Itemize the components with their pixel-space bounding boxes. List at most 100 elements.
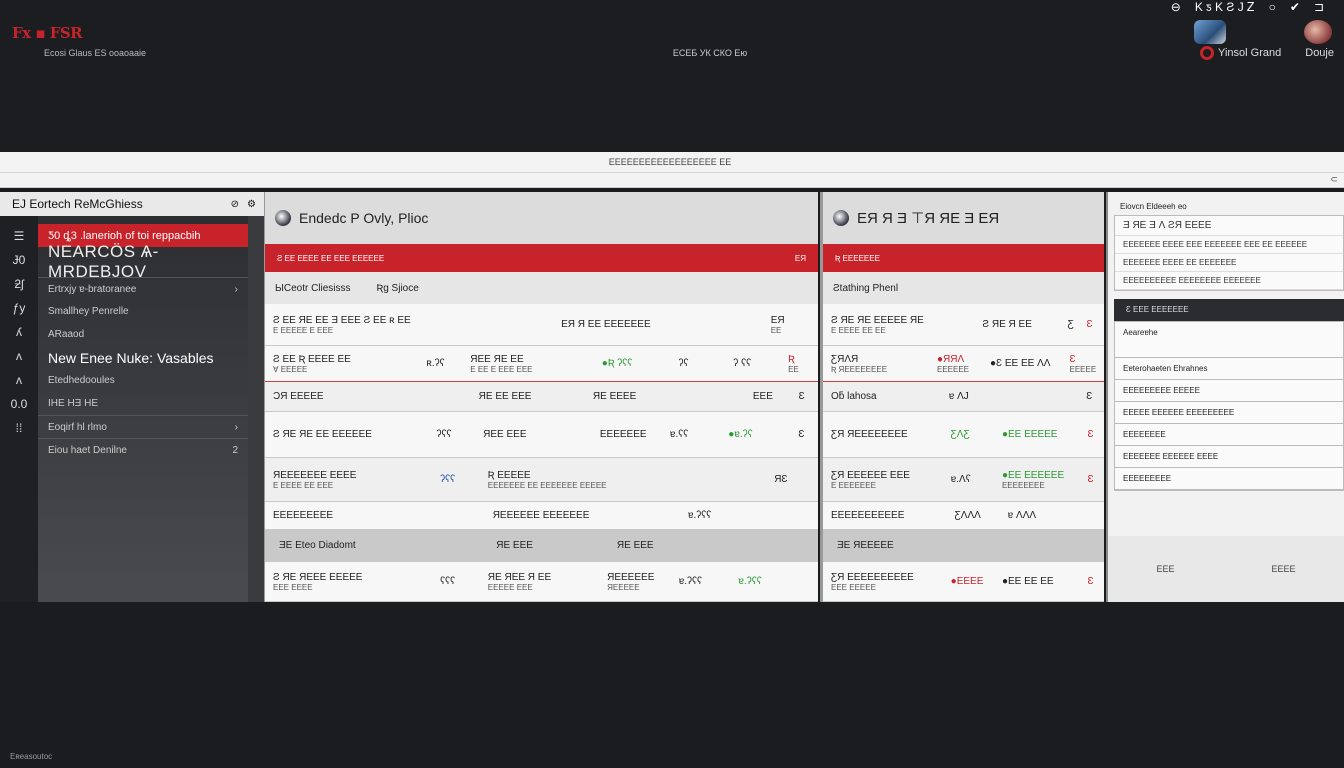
cell-sub: ЕЕЕЕЕЕЕ ЕЕ ЕЕЕЕЕЕЕ ЕЕЕЕЕ <box>487 480 607 490</box>
details-title: Eiovcn Eldeeeh eo <box>1120 202 1187 211</box>
cell-value: ɐ.ʔʕʕ <box>738 576 762 587</box>
cell-text: ЯƐ <box>774 474 788 485</box>
sidebar-item-heading[interactable]: NEARCÖS Ѧ-MRDEBJOV <box>38 242 248 281</box>
table-row[interactable]: ЕЕЕЕЕЕЕЕЕЕЕ ƸɅɅɅ ɐ ɅɅɅ <box>823 502 1104 530</box>
scrollbar[interactable] <box>248 216 264 602</box>
circle-icon[interactable]: ○ <box>1269 0 1276 15</box>
details-line[interactable]: ЕЕЕЕЕЕЕЕЕЕ ЕЕЕЕЕЕЕЕ ЕЕЕЕЕЕЕ <box>1115 272 1343 290</box>
sidebar-item-label: New Enee Nuke: Vasables <box>48 349 214 366</box>
footer-text[interactable]: ЕЕЕЕ <box>1271 564 1295 574</box>
cell-text: ЕЯ <box>770 314 785 326</box>
tab-clients[interactable]: ЫCeotr Cliesisss <box>275 283 351 294</box>
table-row[interactable]: Ƨ ЯЕ ЯЕЕЕ ЕЕЕЕЕ ЕЕЕ ЕЕЕЕ ʕʕʕ ЯЕ ЯЕЕ Я ЕЕ Е… <box>265 562 818 602</box>
section-col: ЯЕ ЕЕЕ <box>496 540 533 551</box>
minus-circle-icon[interactable]: ⊖ <box>1171 0 1181 15</box>
list-item[interactable]: ЕЕЕЕЕЕЕЕЕ ЕЕЕЕЕ <box>1115 380 1343 402</box>
panel-icon[interactable]: ⊐ <box>1314 0 1324 15</box>
check-icon[interactable]: ✔ <box>1290 0 1300 15</box>
table-row[interactable]: ƸЯɅЯ Ʀ ЯЕЕЕЕЕЕЕЕ ●ЯЯɅ ЕЕЕЕЕЕ ●Ɛ ЕЕ ЕЕ ɅɅ Ɛ… <box>823 346 1104 382</box>
panel-title: Endedc P Ovly, Plioc <box>299 210 429 226</box>
cell-text: ʔʕ <box>678 358 689 369</box>
expand-icon[interactable]: ⊂ <box>1330 174 1338 185</box>
details-list: Aeareɐhe Eɐterohaeten Ehrahnes ЕЕЕЕЕЕЕЕЕ… <box>1114 321 1344 491</box>
rail-icon-1[interactable]: Ɉ0 <box>0 248 38 272</box>
list-item[interactable]: ЕЕЕЕЕ ЕЕЕЕЕЕ ЕЕЕЕЕЕЕЕЕ <box>1115 402 1343 424</box>
avatar[interactable] <box>1304 20 1332 44</box>
cell-value: ●ЕЕЕЕ <box>950 576 984 587</box>
cell-value: ƸɅƸ <box>950 429 970 440</box>
list-item[interactable]: Aeareɐhe <box>1115 322 1343 358</box>
cell-text: Ʀ <box>788 353 795 365</box>
user-avatars <box>1194 20 1332 44</box>
sidebar-item[interactable]: Smallhey Penrelle <box>38 300 248 323</box>
cell-text: Ƹ <box>1067 319 1074 330</box>
table-row[interactable]: Ƨ ЯЕ ЯЕ ЕЕЕЕЕ ЯЕ Е ЕЕЕЕ ЕЕ ЕЕ Ƨ ЯЕ Я ЕЕ Ƹ… <box>823 304 1104 346</box>
list-item[interactable]: ЕЕЕЕЕЕЕЕ <box>1115 424 1343 446</box>
table-row[interactable]: Ƨ ЯЕ ЯЕ ЕЕ ЕЕЕЕЕЕ ʔʕʕ ЯЕЕ ЕЕЕ ЕЕЕЕЕЕЕ ɐ.… <box>265 412 818 458</box>
table-row[interactable]: Ƨ ЕЕ ЯЕ ЕЕ Ǝ ЕЕЕ Ƨ ЕЕ ʀ ЕЕ Е ЕЕЕЕЕ Е ЕЕЕ … <box>265 304 818 346</box>
section-title: ƎЕ Eteo Diadomt <box>279 540 356 551</box>
toolbar-glyphs[interactable]: K ƽ K Ƨ J Ꮓ <box>1195 0 1255 15</box>
sidebar-item[interactable]: ARaaod <box>38 323 248 346</box>
cell-value: ●Ʀ ʔʕʕ <box>601 358 633 369</box>
list-item[interactable]: ЕЕЕЕЕЕЕЕЕ <box>1115 468 1343 490</box>
details-box: Ǝ ЯЕ Ǝ Ʌ ƧЯ ЕЕЕЕ ЕЕЕЕЕЕЕ ЕЕЕЕ ЕЕЕ ЕЕЕЕЕЕ… <box>1114 215 1344 291</box>
table-row[interactable]: ƆЯ ЕЕЕЕЕ ЯЕ ЕЕ ЕЕЕ ЯЕ ЕЕЕЕ ЕЕЕ Ɛ <box>265 382 818 412</box>
sidebar-item-label: IHE HƎ HE <box>48 398 99 409</box>
circle-icon[interactable]: ⊘ <box>231 199 239 210</box>
details-footer: ЕЕЕ ЕЕЕЕ <box>1108 536 1344 602</box>
cell-sub: ЕЕЕЕЕ <box>1069 364 1097 374</box>
table-row[interactable]: ƸЯ ЕЕЕЕЕЕ ЕЕЕ Е ЕЕЕЕЕЕЕ ɐ.Ʌʕ ●ЕЕ ЕЕЕЕЕЕ ЕЕ… <box>823 458 1104 502</box>
table-row[interactable]: Ƨ ЕЕ Ʀ ЕЕЕЕ ЕЕ Ɐ ЕЕЕЕЕ ʀ.ʔʕ ЯЕЕ ЯЕ ЕЕ Е ЕЕ… <box>265 346 818 382</box>
cell-sub: Е ЕЕЕЕЕ Е ЕЕЕ <box>273 325 334 335</box>
table-row[interactable]: Oƃ lahosa ɐ ɅJ Ɛ <box>823 382 1104 412</box>
sidebar-item-new-variables[interactable]: New Enee Nuke: Vasables <box>38 346 248 369</box>
user-label[interactable]: Douje <box>1305 47 1334 59</box>
cell-sub: Ʀ ЯЕЕЕЕЕЕЕЕ <box>831 364 888 374</box>
table-row[interactable]: ЕЕЕЕЕЕЕЕЕ ЯЕЕЕЕЕЕ ЕЕЕЕЕЕЕ ɐ.ʔʕʕ <box>265 502 818 530</box>
cell-text: ɐ ɅJ <box>948 391 969 402</box>
details-line[interactable]: ЕЕЕЕЕЕЕ ЕЕЕЕ ЕЕЕ ЕЕЕЕЕЕЕ ЕЕЕ ЕЕ ЕЕЕЕЕЕ <box>1115 236 1343 254</box>
user-status[interactable]: Yinsol Grand <box>1200 46 1281 60</box>
rail-icon-7[interactable]: 0.0 <box>0 392 38 416</box>
panel-redbar: Ʀ ЕЕЕЕЕЕЕ <box>823 244 1104 272</box>
sidebar-item[interactable]: Eoqirf hl rlmo › <box>38 415 248 438</box>
details-line[interactable]: ЕЕЕЕЕЕЕ ЕЕЕЕ ЕЕ ЕЕЕЕЕЕЕ <box>1115 254 1343 272</box>
sidebar-item-label: Ertrxjy ɐ-bratoranee <box>48 283 137 295</box>
tab-panel[interactable]: Ƨtathing Phenl <box>833 283 898 294</box>
app-logo: Fx ▪ FSR <box>12 24 83 42</box>
cell-text: ƸЯ ЕЕЕЕЕЕ ЕЕЕ <box>831 469 910 481</box>
rail-icon-5[interactable]: ʌ <box>0 344 38 368</box>
cell-value: ɐ.Ʌʕ <box>950 474 971 485</box>
cell-text: Ɛ <box>798 429 805 440</box>
table-row[interactable]: ƸЯ ЯЕЕЕЕЕЕЕЕ ƸɅƸ ●ЕЕ ЕЕЕЕЕ Ɛ <box>823 412 1104 458</box>
rail-icon-4[interactable]: ʎ <box>0 320 38 344</box>
rail-icon-8[interactable]: ⁞⁞ <box>0 416 38 440</box>
menu-icon[interactable]: ☰ <box>0 224 38 248</box>
cell-sub: Е ЕЕЕЕ ЕЕ ЕЕ <box>831 325 886 335</box>
table-row[interactable]: ƸЯ ЕЕЕЕЕЕЕЕЕЕ ЕЕЕ ЕЕЕЕЕ ●ЕЕЕЕ ●ЕЕ ЕЕ ЕЕ Ɛ <box>823 562 1104 602</box>
cell-sub: Е ЕЕЕЕ ЕЕ ЕЕЕ <box>273 480 334 490</box>
cell-text: ƸЯɅЯ <box>831 353 859 365</box>
rail-icon-3[interactable]: ƒy <box>0 296 38 320</box>
cell-text: Ɛ <box>1086 319 1093 330</box>
sidebar-item-label: Ƽ0 ȡ3 .lanerioh of toi reppacbih <box>48 229 201 242</box>
footer-text[interactable]: ЕЕЕ <box>1156 564 1174 574</box>
table-row[interactable]: ЯЕЕЕЕЕЕЕ ЕЕЕЕ Е ЕЕЕЕ ЕЕ ЕЕЕ ʔʕʕ Ʀ ЕЕЕЕЕ ЕЕ… <box>265 458 818 502</box>
avatar[interactable] <box>1194 20 1226 44</box>
list-item[interactable]: Eɐterohaeten Ehrahnes <box>1115 358 1343 380</box>
details-line: Ǝ ЯЕ Ǝ Ʌ ƧЯ ЕЕЕЕ <box>1115 216 1343 236</box>
rail-icon-2[interactable]: ƻʃ <box>0 272 38 296</box>
gear-icon[interactable]: ⚙ <box>247 199 256 210</box>
sidebar-item[interactable]: IHE HƎ HE <box>38 392 248 415</box>
cell-value: ●ЯЯɅ <box>937 353 965 365</box>
sidebar-item[interactable]: Etedhedooules <box>38 369 248 392</box>
redbar-action[interactable]: ЕЯ <box>795 254 806 263</box>
tab-sjioce[interactable]: Ʀg Sjioce <box>377 283 419 294</box>
section-col: ЯЕ ЕЕЕ <box>616 540 654 551</box>
sidebar-item[interactable]: Eiou haet Denilne 2 <box>38 438 248 461</box>
rail-icon-6[interactable]: ʌ <box>0 368 38 392</box>
cell-value: ●Ɛ ЕЕ ЕЕ ɅɅ <box>990 358 1051 369</box>
sidebar-nav: Ƽ0 ȡ3 .lanerioh of toi reppacbih NEARCÖS… <box>38 224 248 461</box>
list-item[interactable]: ЕЕЕЕЕЕЕ ЕЕЕЕЕЕ ЕЕЕЕ <box>1115 446 1343 468</box>
